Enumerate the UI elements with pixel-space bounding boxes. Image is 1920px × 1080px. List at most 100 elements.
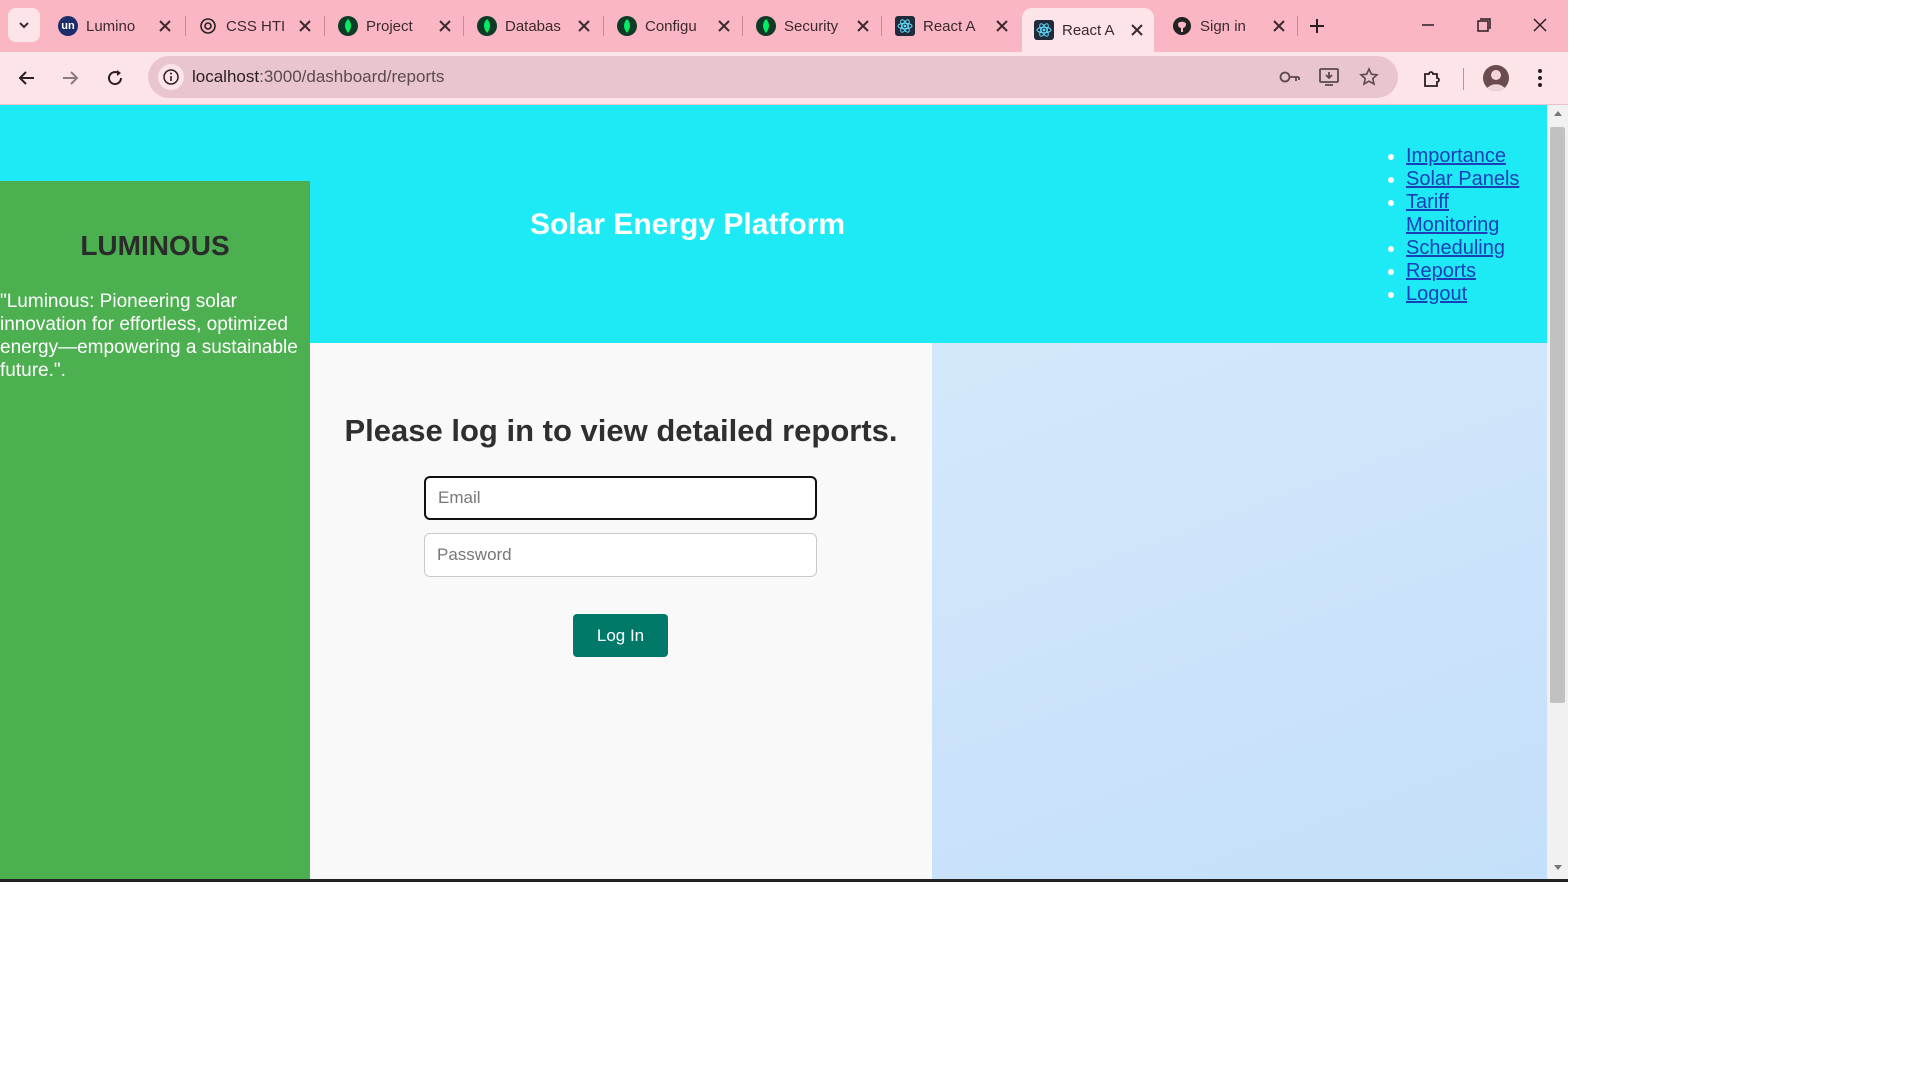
browser-tab[interactable]: Security bbox=[744, 8, 880, 44]
forward-button[interactable] bbox=[54, 62, 86, 94]
arrow-right-icon bbox=[63, 71, 79, 85]
url-host: localhost bbox=[192, 67, 260, 86]
browser-tab[interactable]: Project bbox=[326, 8, 462, 44]
brand-name: LUMINOUS bbox=[80, 230, 230, 261]
restore-button[interactable] bbox=[1464, 10, 1504, 40]
scroll-down-arrow[interactable] bbox=[1547, 864, 1568, 878]
react-icon bbox=[895, 16, 915, 36]
openai-icon bbox=[198, 16, 218, 36]
triangle-down-icon bbox=[1553, 865, 1562, 870]
login-button[interactable]: Log In bbox=[573, 614, 668, 657]
tab-title: CSS HTI bbox=[226, 17, 286, 35]
url-text[interactable]: localhost:3000/dashboard/reports bbox=[192, 67, 444, 87]
nav-item: Scheduling bbox=[1406, 237, 1546, 260]
mongodb-leaf-icon bbox=[756, 16, 776, 36]
scroll-thumb[interactable] bbox=[1550, 127, 1565, 703]
close-icon[interactable] bbox=[995, 19, 1009, 33]
nav-item: Importance bbox=[1406, 145, 1546, 168]
back-button[interactable] bbox=[11, 62, 43, 94]
close-icon[interactable] bbox=[158, 19, 172, 33]
mongodb-leaf-icon bbox=[477, 16, 497, 36]
tab-search-button[interactable] bbox=[8, 8, 40, 42]
nav-link-tariff-monitoring[interactable]: Tariff Monitoring bbox=[1406, 191, 1499, 236]
close-icon bbox=[1533, 18, 1547, 32]
close-icon[interactable] bbox=[1272, 19, 1286, 33]
window-bottom-border bbox=[0, 879, 1568, 882]
new-tab-button[interactable] bbox=[1303, 12, 1331, 40]
url-path: :3000/dashboard/reports bbox=[259, 67, 445, 86]
tab-title: React A bbox=[1062, 21, 1115, 39]
arrow-left-icon bbox=[18, 71, 34, 85]
page-viewport: Solar Energy Platform Importance Solar P… bbox=[0, 105, 1547, 882]
close-icon[interactable] bbox=[577, 19, 591, 33]
nav-item: Reports bbox=[1406, 260, 1546, 283]
tab-separator bbox=[881, 16, 882, 36]
mongodb-leaf-icon bbox=[617, 16, 637, 36]
tab-separator bbox=[603, 16, 604, 36]
more-vertical-icon bbox=[1538, 69, 1542, 87]
password-field[interactable] bbox=[424, 533, 817, 577]
address-bar[interactable]: localhost:3000/dashboard/reports bbox=[148, 56, 1398, 98]
browser-tab-active[interactable]: React A bbox=[1022, 8, 1154, 52]
browser-tab[interactable]: CSS HTI bbox=[186, 8, 322, 44]
tab-title: Project bbox=[366, 17, 413, 35]
browser-tab[interactable]: React A bbox=[883, 8, 1019, 44]
puzzle-icon bbox=[1424, 71, 1440, 87]
close-icon[interactable] bbox=[1130, 23, 1144, 37]
reload-icon bbox=[108, 70, 123, 86]
bookmark-star-icon[interactable] bbox=[1357, 65, 1381, 89]
right-panel bbox=[932, 343, 1547, 882]
scroll-up-arrow[interactable] bbox=[1547, 109, 1568, 123]
email-field[interactable] bbox=[424, 476, 817, 520]
nav-link-solar-panels[interactable]: Solar Panels bbox=[1406, 168, 1519, 190]
un-icon: un bbox=[58, 16, 78, 36]
main-nav: Importance Solar Panels Tariff Monitorin… bbox=[1380, 145, 1546, 306]
brand-tagline: "Luminous: Pioneering solar innovation f… bbox=[0, 291, 298, 381]
mongodb-leaf-icon bbox=[338, 16, 358, 36]
sidebar: LUMINOUS "Luminous: Pioneering solar inn… bbox=[0, 181, 310, 882]
react-icon bbox=[1034, 20, 1054, 40]
github-icon bbox=[1172, 16, 1192, 36]
page-scrollbar[interactable] bbox=[1547, 105, 1568, 882]
minimize-icon bbox=[1422, 24, 1434, 26]
close-icon[interactable] bbox=[856, 19, 870, 33]
browser-toolbar: localhost:3000/dashboard/reports bbox=[0, 52, 1568, 105]
browser-tab[interactable]: un Lumino bbox=[46, 8, 182, 44]
nav-link-logout[interactable]: Logout bbox=[1406, 283, 1467, 305]
close-icon[interactable] bbox=[438, 19, 452, 33]
tab-separator bbox=[324, 16, 325, 36]
chevron-down-icon bbox=[19, 22, 29, 29]
toolbar-separator bbox=[1463, 68, 1464, 90]
install-app-icon[interactable] bbox=[1317, 65, 1341, 89]
browser-menu-button[interactable] bbox=[1524, 62, 1556, 94]
nav-link-reports[interactable]: Reports bbox=[1406, 260, 1476, 282]
browser-tab[interactable]: Sign in bbox=[1160, 8, 1296, 44]
password-key-icon[interactable] bbox=[1278, 65, 1302, 89]
reload-button[interactable] bbox=[99, 62, 131, 94]
login-section: Please log in to view detailed reports. … bbox=[310, 343, 932, 882]
tab-title: Configu bbox=[645, 17, 697, 35]
nav-item: Logout bbox=[1406, 283, 1546, 306]
close-window-button[interactable] bbox=[1520, 10, 1560, 40]
nav-link-scheduling[interactable]: Scheduling bbox=[1406, 237, 1505, 259]
close-icon[interactable] bbox=[298, 19, 312, 33]
tab-separator bbox=[1297, 16, 1298, 36]
extensions-button[interactable] bbox=[1416, 62, 1448, 94]
tab-separator bbox=[742, 16, 743, 36]
site-info-icon[interactable] bbox=[158, 64, 184, 90]
profile-icon bbox=[1486, 70, 1506, 91]
nav-item: Solar Panels bbox=[1406, 168, 1546, 191]
nav-item: Tariff Monitoring bbox=[1406, 191, 1546, 237]
plus-icon bbox=[1310, 19, 1324, 33]
nav-link-importance[interactable]: Importance bbox=[1406, 145, 1506, 167]
un-icon-text: un bbox=[61, 20, 75, 32]
tab-title: Databas bbox=[505, 17, 561, 35]
browser-tab[interactable]: Databas bbox=[465, 8, 601, 44]
browser-tab[interactable]: Configu bbox=[605, 8, 741, 44]
tab-title: Lumino bbox=[86, 17, 136, 35]
close-icon[interactable] bbox=[717, 19, 731, 33]
login-heading: Please log in to view detailed reports. bbox=[344, 413, 898, 448]
profile-avatar[interactable] bbox=[1483, 65, 1509, 91]
minimize-button[interactable] bbox=[1408, 10, 1448, 40]
tab-separator bbox=[463, 16, 464, 36]
